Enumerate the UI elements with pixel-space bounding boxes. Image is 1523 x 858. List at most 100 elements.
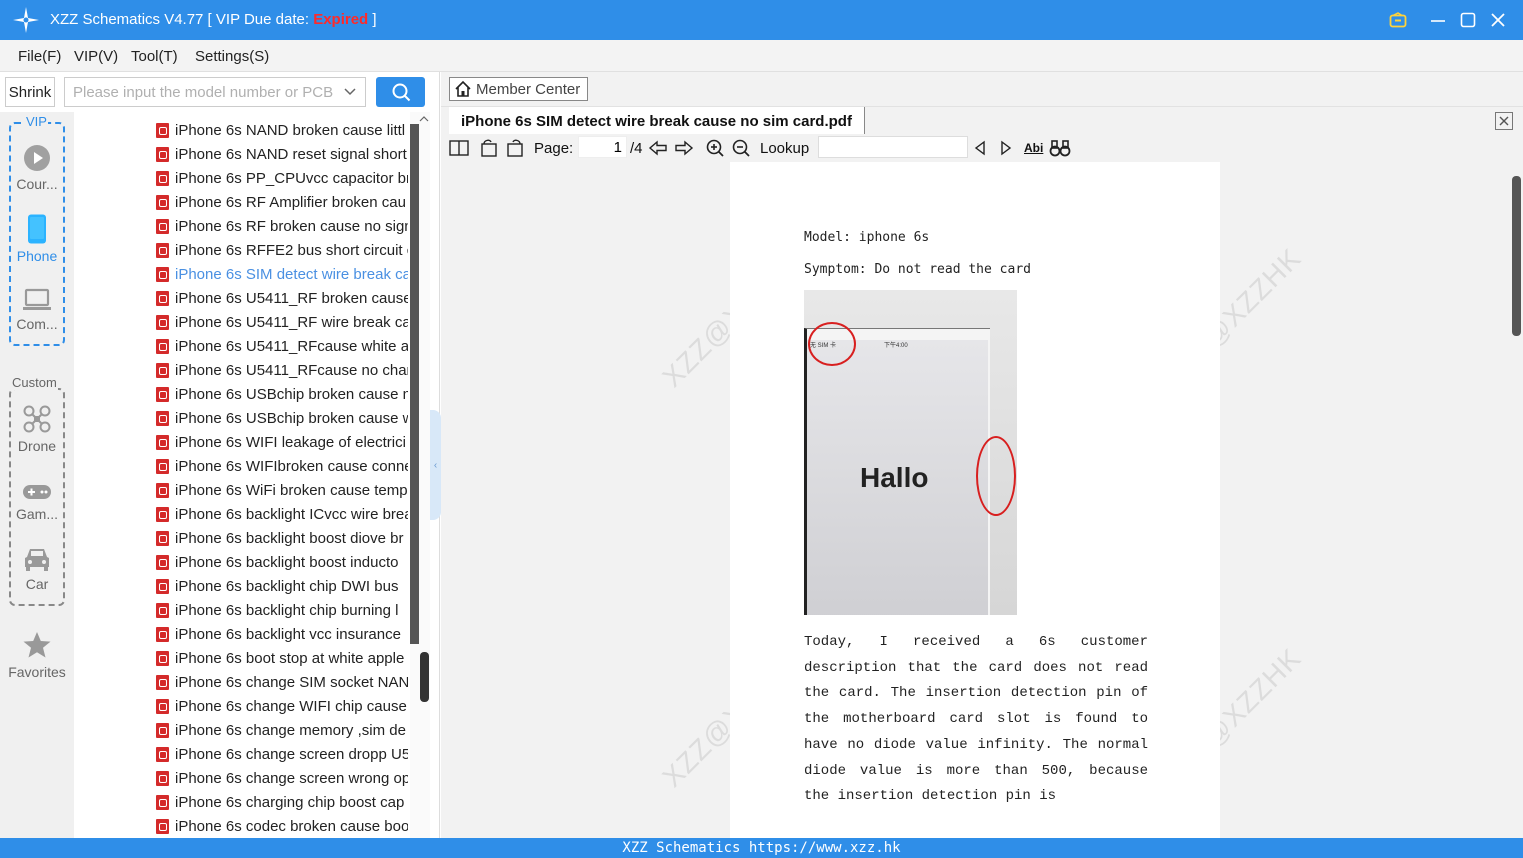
- pdf-file-icon: [156, 434, 169, 450]
- file-list-item[interactable]: iPhone 6s USBchip broken cause n: [156, 382, 408, 406]
- file-list-item[interactable]: iPhone 6s change memory ,sim de: [156, 718, 406, 742]
- pdf-file-icon: [156, 650, 169, 666]
- page-number-input[interactable]: 1: [578, 136, 627, 158]
- collapse-panel-handle[interactable]: ‹: [430, 410, 441, 520]
- menu-file[interactable]: File(F): [18, 48, 61, 65]
- toggle-sidebar-button[interactable]: [449, 138, 469, 158]
- file-list-item[interactable]: iPhone 6s U5411_RF broken cause: [156, 286, 408, 310]
- file-list-item[interactable]: iPhone 6s RF Amplifier broken cau: [156, 190, 406, 214]
- menu-vip[interactable]: VIP(V): [74, 48, 118, 65]
- file-list-item[interactable]: iPhone 6s change screen wrong op: [156, 766, 408, 790]
- nav-car[interactable]: Car: [0, 546, 74, 592]
- file-name: iPhone 6s change screen dropp U5: [175, 745, 408, 763]
- nav-computer-label: Com...: [16, 316, 58, 332]
- shrink-button[interactable]: Shrink: [5, 77, 55, 107]
- file-list-item[interactable]: iPhone 6s backlight chip DWI bus: [156, 574, 398, 598]
- zoom-in-button[interactable]: [705, 138, 725, 158]
- file-list-item[interactable]: iPhone 6s backlight vcc insurance: [156, 622, 401, 646]
- lookup-input[interactable]: [818, 136, 968, 158]
- pdf-file-icon: [156, 266, 169, 282]
- pdf-file-icon: [156, 194, 169, 210]
- member-center-button[interactable]: Member Center: [449, 77, 588, 101]
- nav-courses-label: Cour...: [16, 176, 58, 192]
- file-name: iPhone 6s U5411_RF wire break ca: [175, 313, 408, 331]
- menu-tool[interactable]: Tool(T): [131, 48, 178, 65]
- file-name: iPhone 6s RF broken cause no sign: [175, 217, 408, 235]
- pdf-file-icon: [156, 386, 169, 402]
- file-list-item[interactable]: iPhone 6s RFFE2 bus short circuit c: [156, 238, 408, 262]
- triangle-right-icon: [1001, 140, 1012, 156]
- prev-page-button[interactable]: [648, 138, 668, 158]
- laptop-icon: [23, 288, 51, 310]
- file-list-item[interactable]: iPhone 6s U5411_RFcause white ap: [156, 334, 408, 358]
- document-tab[interactable]: iPhone 6s SIM detect wire break cause no…: [449, 107, 865, 135]
- file-name: iPhone 6s backlight boost diove br: [175, 529, 404, 547]
- file-list-item[interactable]: iPhone 6s charging chip boost cap: [156, 790, 404, 814]
- file-list-item[interactable]: iPhone 6s USBchip broken cause w: [156, 406, 408, 430]
- file-list-item[interactable]: iPhone 6s NAND broken cause littl: [156, 118, 405, 142]
- file-list-item[interactable]: iPhone 6s RF broken cause no sign: [156, 214, 408, 238]
- search-button[interactable]: [376, 77, 425, 107]
- pdf-file-icon: [156, 674, 169, 690]
- scroll-up-arrow-icon[interactable]: [418, 114, 430, 124]
- wallet-button[interactable]: [1386, 8, 1410, 32]
- car-icon: [25, 549, 49, 571]
- rotate-right-icon: [507, 139, 523, 157]
- file-list-item[interactable]: iPhone 6s change WIFI chip cause: [156, 694, 407, 718]
- pdf-file-icon: [156, 290, 169, 306]
- arrow-left-icon: [648, 140, 667, 156]
- custom-group-label: Custom: [11, 375, 58, 390]
- match-case-button[interactable]: Abi: [1024, 138, 1043, 158]
- rotate-left-button[interactable]: [479, 138, 499, 158]
- maximize-button[interactable]: [1456, 8, 1480, 32]
- file-list-item[interactable]: iPhone 6s backlight ICvcc wire brea: [156, 502, 408, 526]
- file-list-item[interactable]: iPhone 6s WIFIbroken cause conne: [156, 454, 408, 478]
- find-prev-button[interactable]: [972, 138, 988, 158]
- file-list-item[interactable]: iPhone 6s WIFI leakage of electrici: [156, 430, 406, 454]
- file-list-item[interactable]: iPhone 6s U5411_RF wire break ca: [156, 310, 408, 334]
- nav-courses[interactable]: Cour...: [0, 144, 74, 192]
- close-button[interactable]: [1486, 8, 1510, 32]
- file-list-item[interactable]: iPhone 6s PP_CPUvcc capacitor bro: [156, 166, 408, 190]
- nav-favorites[interactable]: Favorites: [0, 630, 74, 680]
- file-list-item[interactable]: iPhone 6s backlight chip burning l: [156, 598, 398, 622]
- file-list-item[interactable]: iPhone 6s backlight boost inducto: [156, 550, 398, 574]
- file-name: iPhone 6s backlight chip DWI bus: [175, 577, 399, 595]
- search-input[interactable]: [65, 78, 335, 106]
- file-list-item[interactable]: iPhone 6s change SIM socket NAN: [156, 670, 408, 694]
- menu-settings[interactable]: Settings(S): [195, 48, 269, 65]
- pdf-scrollbar-thumb[interactable]: [1512, 176, 1521, 336]
- file-list-item[interactable]: iPhone 6s boot stop at white apple: [156, 646, 404, 670]
- file-name: iPhone 6s USBchip broken cause n: [175, 385, 408, 403]
- find-all-button[interactable]: [1049, 138, 1071, 158]
- nav-drone[interactable]: Drone: [0, 404, 74, 454]
- file-list-item[interactable]: iPhone 6s NAND reset signal short: [156, 142, 407, 166]
- title-prefix: XZZ Schematics V4.77 [ VIP Due date:: [50, 11, 314, 28]
- rotate-right-button[interactable]: [505, 138, 525, 158]
- pdf-paragraph: Today, I received a 6s customer descript…: [804, 634, 1148, 805]
- next-page-button[interactable]: [674, 138, 694, 158]
- scrollbar-thumb[interactable]: [420, 652, 429, 702]
- nav-phone[interactable]: Phone: [0, 214, 74, 264]
- nav-game[interactable]: Gam...: [0, 482, 74, 522]
- file-list-scrollbar[interactable]: [410, 112, 430, 838]
- file-list-item[interactable]: iPhone 6s SIM detect wire break ca: [156, 262, 408, 286]
- close-document-button[interactable]: [1495, 112, 1513, 130]
- pdf-scrollbar[interactable]: [1510, 162, 1523, 838]
- file-list-item[interactable]: iPhone 6s change screen dropp U5: [156, 742, 408, 766]
- minimize-icon: [1431, 20, 1445, 22]
- file-list-item[interactable]: iPhone 6s backlight boost diove br: [156, 526, 403, 550]
- file-list-item[interactable]: iPhone 6s WiFi broken cause temp: [156, 478, 408, 502]
- file-list-item[interactable]: iPhone 6s codec broken cause boo: [156, 814, 408, 838]
- find-next-button[interactable]: [998, 138, 1014, 158]
- nav-computer[interactable]: Com...: [0, 288, 74, 332]
- minimize-button[interactable]: [1426, 8, 1450, 32]
- file-name: iPhone 6s backlight chip burning l: [175, 601, 399, 619]
- file-name: iPhone 6s backlight vcc insurance: [175, 625, 401, 643]
- viewer-panel: Member Center iPhone 6s SIM detect wire …: [441, 72, 1523, 838]
- chevron-down-icon[interactable]: [343, 85, 357, 99]
- category-sidebar: VIP Custom Cour... Phone Com... Drone Ga…: [0, 112, 74, 838]
- zoom-out-button[interactable]: [731, 138, 751, 158]
- file-list-item[interactable]: iPhone 6s U5411_RFcause no charg: [156, 358, 408, 382]
- close-document-icon: [1499, 116, 1509, 126]
